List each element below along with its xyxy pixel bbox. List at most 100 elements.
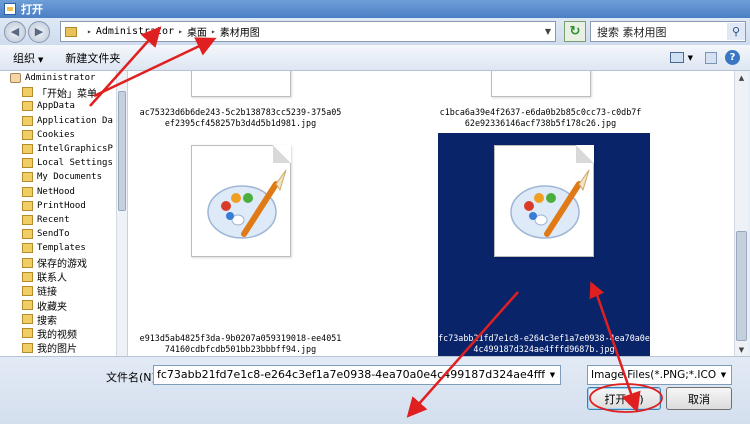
nav-item[interactable]: PrintHood [22,199,127,213]
command-toolbar: 组织 ▼ 新建文件夹 ▼ ? [0,45,750,71]
nav-item-label: SendTo [37,229,70,240]
nav-item[interactable]: 联系人 [22,270,127,284]
nav-item-label: 我的图片 [37,344,77,356]
folder-icon [22,328,33,339]
breadcrumb-item-desktop[interactable]: 桌面 [187,24,207,39]
file-name: c1bca6a39e4f2637-e6da0b2b85c0cc73-c0db7f… [439,107,642,128]
image-file-icon [490,71,591,97]
folder-icon [22,271,33,282]
nav-item[interactable]: Cookies [22,128,127,142]
address-bar[interactable]: ▸ Administrator ▸ 桌面 ▸ 素材用图 ▼ [60,21,556,42]
filename-label: 文件名(N): [106,371,160,384]
file-list-scrollbar[interactable]: ▲ ▼ [734,71,748,356]
breadcrumb-arrow-icon[interactable]: ▸ [87,27,92,36]
breadcrumb-arrow-icon[interactable]: ▸ [211,27,216,36]
file-item[interactable]: c1bca6a39e4f2637-e6da0b2b85c0cc73-c0db7f… [438,71,643,129]
nav-item-label: 搜索 [37,315,57,327]
folder-icon [22,257,33,268]
folder-icon [22,229,33,240]
search-input[interactable]: 搜索 素材用图 ⚲ [590,21,746,42]
folder-icon [22,300,33,311]
search-placeholder: 搜索 素材用图 [597,25,667,39]
filename-input[interactable]: fc73abb21fd7e1c8-e264c3ef1a7e0938-4ea70a… [153,365,561,385]
breadcrumb-item-administrator[interactable]: Administrator [96,26,174,37]
nav-item-label: Administrator [25,73,96,84]
filetype-value: Image Files(*.PNG;*.ICO;*.BMP [591,369,731,381]
chevron-down-icon[interactable]: ▼ [688,54,693,62]
chevron-down-icon: ▼ [38,55,44,64]
nav-item-label: My Documents [37,172,103,183]
breadcrumb-item-current[interactable]: 素材用图 [220,24,260,39]
nav-item[interactable]: 保存的游戏 [22,255,127,270]
nav-item[interactable]: Templates [22,241,127,255]
nav-scrollbar-thumb[interactable] [118,91,126,211]
folder-icon [22,214,33,225]
open-button[interactable]: 打开(O) [587,387,661,410]
search-icon[interactable]: ⚲ [727,23,745,40]
filename-value: fc73abb21fd7e1c8-e264c3ef1a7e0938-4ea70a… [157,368,560,381]
nav-item[interactable]: Recent [22,213,127,227]
address-dropdown-icon[interactable]: ▼ [541,27,555,36]
title-bar[interactable]: 打开 [0,0,750,18]
nav-item-label: 链接 [37,287,57,299]
filetype-select[interactable]: Image Files(*.PNG;*.ICO;*.BMP ▼ [587,365,732,385]
chevron-down-icon[interactable]: ▼ [716,366,731,384]
nav-item[interactable]: 搜索 [22,312,127,327]
folder-icon [22,129,33,140]
nav-item[interactable]: 链接 [22,284,127,298]
nav-item[interactable]: 「开始」菜单 [22,85,127,100]
nav-item-label: Local Settings [37,158,113,169]
nav-item-label: 「开始」菜单 [37,88,97,100]
nav-item[interactable]: IntelGraphicsP [22,142,127,156]
folder-icon [65,26,77,37]
person-icon [10,73,21,84]
bottom-panel: 文件名(N): fc73abb21fd7e1c8-e264c3ef1a7e093… [0,356,750,424]
help-icon[interactable]: ? [725,50,740,65]
preview-pane-icon[interactable] [705,51,717,64]
nav-item[interactable]: Local Settings [22,156,127,170]
nav-item[interactable]: Administrator [10,71,127,85]
file-name: fc73abb21fd7e1c8-e264c3ef1a7e0938-4ea70a… [438,333,650,354]
image-file-icon [190,71,291,97]
nav-item[interactable]: 我的视频 [22,326,127,341]
back-button[interactable]: ◀ [4,20,26,43]
nav-item-label: Cookies [37,129,75,140]
file-item[interactable]: e913d5ab4825f3da-9b0207a059319018-ee4051… [138,133,343,356]
nav-scrollbar[interactable] [116,71,127,356]
nav-list: Administrator 「开始」菜单 AppData Application Da… [0,71,127,355]
scroll-up-icon[interactable]: ▲ [735,71,748,84]
navigation-pane[interactable]: Administrator 「开始」菜单 AppData Application Da… [0,71,128,356]
breadcrumb-arrow-icon[interactable]: ▸ [178,27,183,36]
folder-icon [22,342,33,353]
window-title: 打开 [21,3,43,16]
nav-item[interactable]: My Documents [22,170,127,184]
refresh-button[interactable]: ↻ [564,21,586,42]
nav-item[interactable]: Application Da [22,114,127,128]
organize-label: 组织 [13,51,35,65]
cancel-button[interactable]: 取消 [666,387,732,410]
nav-item-label: NetHood [37,186,75,197]
breadcrumb: ▸ Administrator ▸ 桌面 ▸ 素材用图 [83,24,260,39]
file-name: ac75323d6b6de243-5c2b138783cc5239-375a05… [139,107,342,128]
folder-icon [22,115,33,126]
nav-item[interactable]: AppData [22,99,127,113]
new-folder-button[interactable]: 新建文件夹 [65,50,120,66]
file-list-scrollbar-thumb[interactable] [736,231,747,341]
nav-item[interactable]: 我的图片 [22,341,127,355]
file-item-selected[interactable]: fc73abb21fd7e1c8-e264c3ef1a7e0938-4ea70a… [438,133,650,356]
nav-item-label: AppData [37,101,75,112]
nav-item[interactable]: SendTo [22,227,127,241]
nav-item[interactable]: NetHood [22,185,127,199]
paint-palette-icon [206,169,286,239]
view-icon[interactable] [669,52,684,63]
folder-icon [22,314,33,325]
scroll-down-icon[interactable]: ▼ [735,343,748,356]
chevron-down-icon[interactable]: ▼ [545,366,560,384]
forward-button[interactable]: ▶ [28,20,50,43]
nav-item-label: Application Da [37,115,113,126]
organize-button[interactable]: 组织 ▼ [13,50,43,66]
folder-icon [22,186,33,197]
nav-item-label: IntelGraphicsP [37,144,113,155]
nav-item[interactable]: 收藏夹 [22,298,127,313]
file-item[interactable]: ac75323d6b6de243-5c2b138783cc5239-375a05… [138,71,343,129]
